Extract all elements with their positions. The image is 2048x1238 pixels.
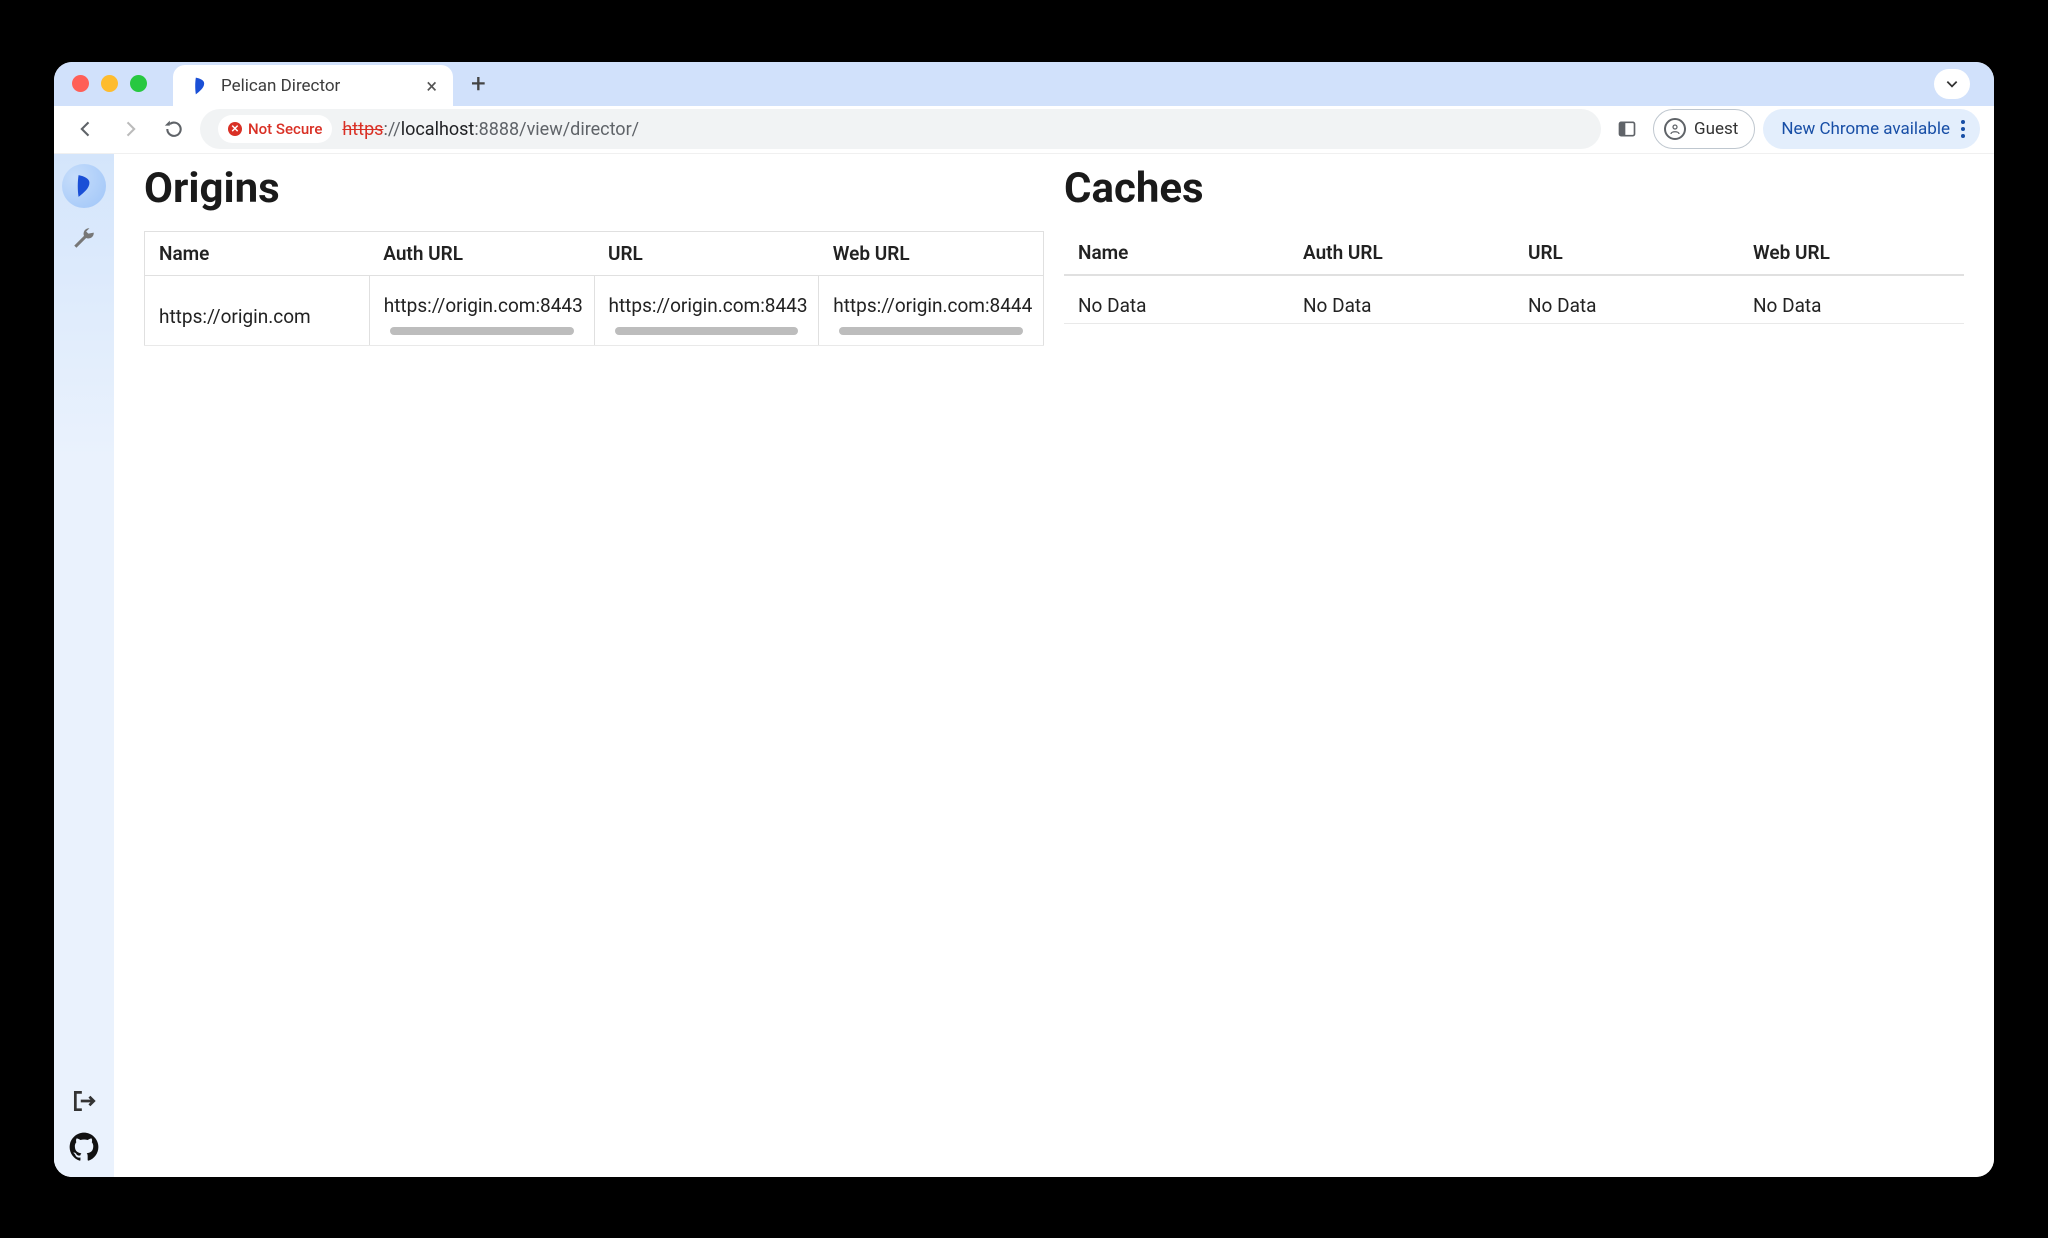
browser-tab[interactable]: Pelican Director × (173, 65, 453, 107)
origin-url-cell[interactable]: https://origin.com:8443 (594, 275, 819, 345)
main-content: Origins Name Auth URL URL Web URL (114, 154, 1994, 1177)
logout-icon[interactable] (68, 1085, 100, 1117)
profile-label: Guest (1694, 119, 1738, 139)
update-label: New Chrome available (1781, 119, 1950, 139)
back-button[interactable] (68, 111, 104, 147)
cell-value: https://origin.com:8444 (833, 294, 1032, 317)
table-header-row: Name Auth URL URL Web URL (145, 231, 1044, 275)
column-header: Auth URL (1289, 231, 1514, 275)
toolbar: ✕ Not Secure https://localhost:8888/view… (54, 106, 1994, 154)
url-sep: :// (383, 119, 400, 140)
origins-title: Origins (144, 164, 1044, 213)
column-header: Web URL (819, 231, 1044, 275)
tab-title: Pelican Director (221, 76, 340, 96)
origins-table: Name Auth URL URL Web URL https://origin… (144, 231, 1044, 346)
tab-search-button[interactable] (1934, 69, 1970, 99)
url-path: /view/director/ (519, 119, 639, 140)
column-header: Auth URL (369, 231, 594, 275)
column-header: Name (1064, 231, 1289, 275)
forward-button[interactable] (112, 111, 148, 147)
github-icon[interactable] (68, 1131, 100, 1163)
column-header: URL (594, 231, 819, 275)
cell-value: https://origin.com:8443 (609, 294, 808, 317)
kebab-icon (1960, 119, 1966, 139)
caches-panel: Caches Name Auth URL URL Web URL No Da (1064, 164, 1964, 1167)
close-window-button[interactable] (72, 75, 89, 92)
empty-cell: No Data (1514, 275, 1739, 324)
warning-icon: ✕ (228, 122, 242, 136)
horizontal-scrollbar[interactable] (615, 327, 799, 335)
origin-web-url-cell[interactable]: https://origin.com:8444 (819, 275, 1044, 345)
window-controls (72, 75, 147, 92)
title-bar: Pelican Director × + (54, 62, 1994, 106)
url-text: https://localhost:8888/view/director/ (342, 119, 639, 140)
empty-cell: No Data (1739, 275, 1964, 324)
origins-panel: Origins Name Auth URL URL Web URL (144, 164, 1044, 1167)
browser-window: Pelican Director × + ✕ Not Secure https:… (54, 62, 1994, 1177)
caches-table: Name Auth URL URL Web URL No Data No Dat… (1064, 231, 1964, 324)
horizontal-scrollbar[interactable] (390, 327, 574, 335)
security-label: Not Secure (248, 120, 322, 138)
cell-value: https://origin.com:8443 (384, 294, 583, 317)
column-header: Name (145, 231, 370, 275)
origin-name-cell: https://origin.com (145, 275, 370, 345)
empty-cell: No Data (1289, 275, 1514, 324)
address-bar[interactable]: ✕ Not Secure https://localhost:8888/view… (200, 109, 1601, 149)
origin-auth-url-cell[interactable]: https://origin.com:8443 (369, 275, 594, 345)
url-host: localhost (401, 119, 475, 140)
minimize-window-button[interactable] (101, 75, 118, 92)
panel-toggle-icon[interactable] (1609, 111, 1645, 147)
maximize-window-button[interactable] (130, 75, 147, 92)
column-header: URL (1514, 231, 1739, 275)
table-row: https://origin.com https://origin.com:84… (145, 275, 1044, 345)
wrench-icon[interactable] (68, 222, 100, 254)
user-icon (1664, 118, 1686, 140)
cell-value: https://origin.com (159, 305, 311, 328)
new-tab-button[interactable]: + (471, 69, 486, 99)
horizontal-scrollbar[interactable] (839, 327, 1023, 335)
column-header: Web URL (1739, 231, 1964, 275)
caches-title: Caches (1064, 164, 1964, 213)
tab-favicon-icon (189, 75, 211, 97)
empty-cell: No Data (1064, 275, 1289, 324)
table-row: No Data No Data No Data No Data (1064, 275, 1964, 324)
sidebar (54, 154, 114, 1177)
content-area: Origins Name Auth URL URL Web URL (54, 154, 1994, 1177)
close-tab-button[interactable]: × (426, 74, 437, 98)
url-port: :8888 (474, 119, 519, 140)
profile-button[interactable]: Guest (1653, 109, 1755, 149)
security-chip[interactable]: ✕ Not Secure (218, 115, 332, 143)
table-header-row: Name Auth URL URL Web URL (1064, 231, 1964, 275)
reload-button[interactable] (156, 111, 192, 147)
url-scheme: https (342, 119, 383, 140)
update-available-button[interactable]: New Chrome available (1763, 109, 1980, 149)
pelican-logo-icon[interactable] (62, 164, 106, 208)
